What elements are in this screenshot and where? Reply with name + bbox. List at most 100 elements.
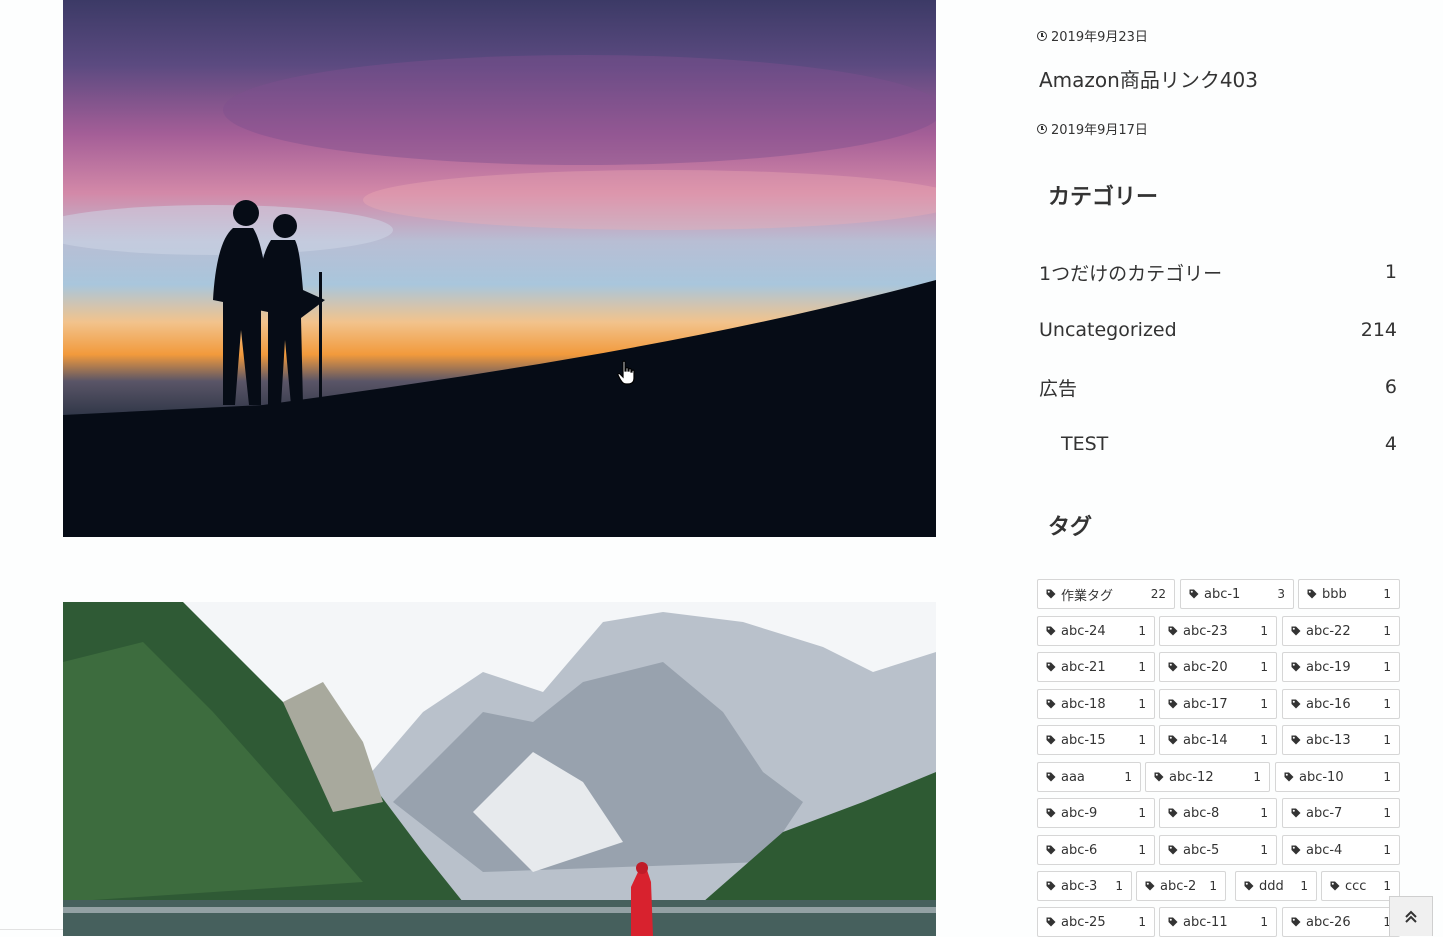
tag-item[interactable]: ddd 1 <box>1235 871 1317 901</box>
tag-item[interactable]: abc-12 1 <box>1145 762 1270 792</box>
tag-item[interactable]: abc-26 1 <box>1282 907 1400 937</box>
category-item-test[interactable]: TEST 4 <box>1061 429 1397 459</box>
tag-item[interactable]: abc-10 1 <box>1275 762 1400 792</box>
clock-icon <box>1037 123 1047 134</box>
tag-label: abc-9 <box>1061 805 1098 821</box>
tag-icon <box>1291 662 1301 672</box>
tag-icon <box>1168 808 1178 818</box>
tag-icon <box>1046 881 1056 891</box>
tag-icon <box>1046 917 1056 927</box>
tag-count: 1 <box>1138 915 1146 929</box>
tag-item[interactable]: abc-20 1 <box>1159 652 1277 682</box>
tag-label: abc-15 <box>1061 732 1106 748</box>
tag-icon <box>1168 735 1178 745</box>
tag-item[interactable]: abc-2 1 <box>1136 871 1226 901</box>
post-thumbnail-sunset-hikers[interactable] <box>63 0 936 537</box>
category-count: 4 <box>1384 433 1397 455</box>
category-item-1tsudake[interactable]: 1つだけのカテゴリー 1 <box>1039 257 1397 287</box>
tag-count: 1 <box>1138 843 1146 857</box>
tag-label: bbb <box>1322 586 1347 602</box>
category-count: 214 <box>1360 319 1397 341</box>
tag-label: abc-18 <box>1061 696 1106 712</box>
tag-label: abc-22 <box>1306 623 1351 639</box>
category-item-ads[interactable]: 広告 6 <box>1039 372 1397 402</box>
tag-item[interactable]: abc-16 1 <box>1282 689 1400 719</box>
tag-label: abc-16 <box>1306 696 1351 712</box>
recent-post-date: 2019年9月23日 <box>1037 26 1148 45</box>
tag-count: 1 <box>1260 697 1268 711</box>
tag-count: 1 <box>1383 843 1391 857</box>
tag-icon <box>1046 662 1056 672</box>
tag-icon <box>1046 589 1056 599</box>
tag-count: 1 <box>1138 624 1146 638</box>
tag-icon <box>1168 626 1178 636</box>
tag-count: 1 <box>1383 624 1391 638</box>
tag-icon <box>1291 626 1301 636</box>
tag-item[interactable]: aaa 1 <box>1037 762 1141 792</box>
tag-item[interactable]: abc-24 1 <box>1037 616 1155 646</box>
tag-icon <box>1307 589 1317 599</box>
tag-item[interactable]: abc-22 1 <box>1282 616 1400 646</box>
tag-label: abc-8 <box>1183 805 1220 821</box>
tag-label: abc-23 <box>1183 623 1228 639</box>
recent-post-date: 2019年9月17日 <box>1037 119 1148 138</box>
tag-label: abc-24 <box>1061 623 1106 639</box>
tag-item[interactable]: abc-17 1 <box>1159 689 1277 719</box>
recent-post-title-link[interactable]: Amazon商品リンク403 <box>1039 64 1258 93</box>
tag-item[interactable]: abc-8 1 <box>1159 798 1277 828</box>
tag-item[interactable]: abc-4 1 <box>1282 835 1400 865</box>
tag-icon <box>1330 881 1340 891</box>
tag-icon <box>1046 626 1056 636</box>
tag-icon <box>1168 662 1178 672</box>
category-count: 6 <box>1384 376 1397 398</box>
tag-icon <box>1284 772 1294 782</box>
tag-icon <box>1168 845 1178 855</box>
tag-label: abc-1 <box>1204 586 1241 602</box>
category-count: 1 <box>1384 261 1397 283</box>
tag-count: 1 <box>1138 660 1146 674</box>
tag-item[interactable]: abc-23 1 <box>1159 616 1277 646</box>
tag-label: abc-20 <box>1183 659 1228 675</box>
tag-item[interactable]: abc-25 1 <box>1037 907 1155 937</box>
tag-count: 1 <box>1383 770 1391 784</box>
tag-label: abc-14 <box>1183 732 1228 748</box>
tag-label: abc-21 <box>1061 659 1106 675</box>
tag-item[interactable]: bbb 1 <box>1298 579 1400 609</box>
category-label: TEST <box>1061 433 1109 455</box>
tag-label: abc-13 <box>1306 732 1351 748</box>
tag-item[interactable]: abc-6 1 <box>1037 835 1155 865</box>
double-chevron-up-icon <box>1405 910 1417 923</box>
tag-item[interactable]: abc-13 1 <box>1282 725 1400 755</box>
tag-label: abc-17 <box>1183 696 1228 712</box>
tag-count: 1 <box>1260 843 1268 857</box>
tag-item[interactable]: abc-19 1 <box>1282 652 1400 682</box>
post-thumbnail-mountain-lake[interactable] <box>63 602 936 936</box>
tags-widget-title: タグ <box>1048 515 1093 540</box>
tag-item[interactable]: abc-3 1 <box>1037 871 1132 901</box>
tag-icon <box>1291 845 1301 855</box>
tag-item[interactable]: abc-1 3 <box>1180 579 1294 609</box>
tag-icon <box>1291 699 1301 709</box>
tag-label: abc-12 <box>1169 769 1214 785</box>
tag-count: 3 <box>1277 587 1285 601</box>
tag-item[interactable]: abc-14 1 <box>1159 725 1277 755</box>
categories-widget-title: カテゴリー <box>1048 185 1159 210</box>
tag-label: abc-4 <box>1306 842 1343 858</box>
tag-item[interactable]: abc-7 1 <box>1282 798 1400 828</box>
tag-count: 1 <box>1260 806 1268 820</box>
tag-item[interactable]: abc-21 1 <box>1037 652 1155 682</box>
tag-count: 1 <box>1253 770 1261 784</box>
tag-item[interactable]: abc-15 1 <box>1037 725 1155 755</box>
tag-icon <box>1046 845 1056 855</box>
tag-item[interactable]: abc-11 1 <box>1159 907 1277 937</box>
scroll-to-top-button[interactable] <box>1389 896 1433 936</box>
tag-item[interactable]: abc-9 1 <box>1037 798 1155 828</box>
tag-item[interactable]: abc-18 1 <box>1037 689 1155 719</box>
category-item-uncategorized[interactable]: Uncategorized 214 <box>1039 315 1397 345</box>
tag-icon <box>1154 772 1164 782</box>
tag-icon <box>1291 735 1301 745</box>
tag-label: abc-3 <box>1061 878 1098 894</box>
tag-item[interactable]: abc-5 1 <box>1159 835 1277 865</box>
tag-item[interactable]: 作業タグ 22 <box>1037 579 1175 609</box>
mountain-lake-image <box>63 602 936 936</box>
